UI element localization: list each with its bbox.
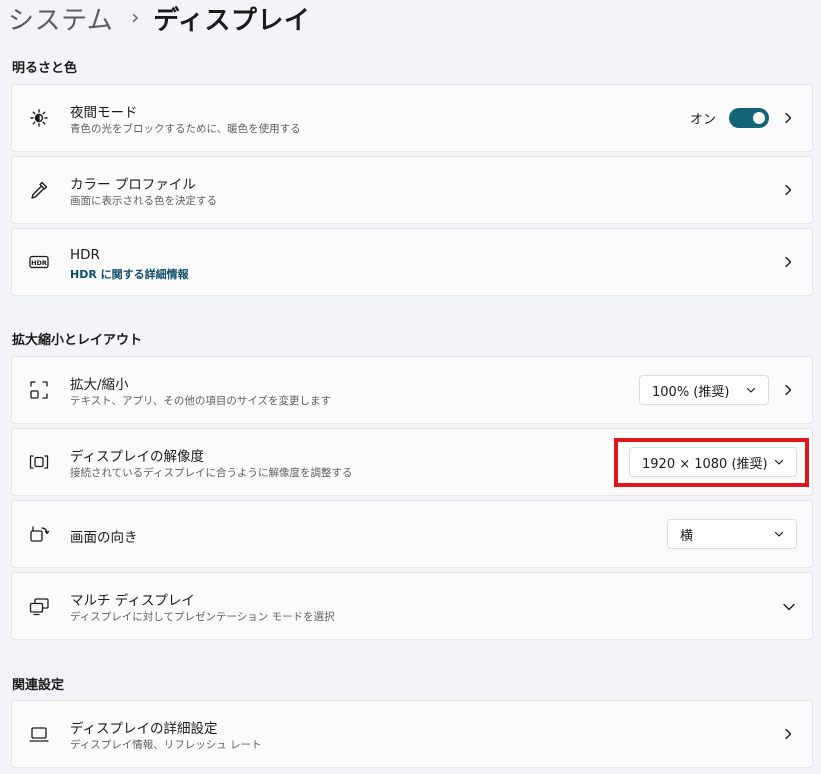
advanced-display-card[interactable]: ディスプレイの詳細設定 ディスプレイ情報、リフレッシュ レート [11,700,813,768]
hdr-icon: HDR [28,251,50,273]
chevron-right-icon[interactable] [782,728,794,740]
section-title-brightness: 明るさと色 [12,61,78,76]
hdr-info-link[interactable]: HDR に関する詳細情報 [70,266,189,282]
scale-card[interactable]: 拡大/縮小 テキスト、アプリ、その他の項目のサイズを変更します 100% (推奨… [11,356,813,424]
chevron-right-icon[interactable] [782,184,794,196]
sun-icon [28,107,50,129]
color-profile-desc: 画面に表示される色を決定する [70,195,217,207]
section-title-related: 関連設定 [12,678,65,693]
color-profile-card[interactable]: カラー プロファイル 画面に表示される色を決定する [11,156,813,224]
eyedropper-icon [28,179,50,201]
multi-display-card[interactable]: マルチ ディスプレイ ディスプレイに対してプレゼンテーション モードを選択 [11,572,813,640]
chevron-right-icon[interactable] [782,384,794,396]
breadcrumb: システム › ディスプレイ [8,0,310,36]
orientation-dropdown-value: 横 [680,528,694,544]
hdr-title: HDR [70,247,100,263]
night-light-title: 夜間モード [70,105,138,121]
scale-title: 拡大/縮小 [70,377,129,393]
toggle-knob [753,112,765,124]
resolution-desc: 接続されているディスプレイに合うように解像度を調整する [70,467,353,479]
resolution-dropdown[interactable]: 1920 × 1080 (推奨) [629,447,797,477]
multi-display-desc: ディスプレイに対してプレゼンテーション モードを選択 [70,611,335,623]
multi-display-title: マルチ ディスプレイ [70,593,195,609]
resolution-card[interactable]: ディスプレイの解像度 接続されているディスプレイに合うように解像度を調整する 1… [11,428,813,496]
monitor-icon [28,723,50,745]
page-title: ディスプレイ [153,5,311,36]
chevron-down-icon [774,457,784,467]
night-light-state-label: オン [689,112,716,128]
chevron-down-icon [774,529,784,539]
scale-dropdown[interactable]: 100% (推奨) [639,375,769,405]
resolution-icon [28,451,50,473]
scale-desc: テキスト、アプリ、その他の項目のサイズを変更します [70,395,332,407]
orientation-icon [28,523,50,545]
multi-display-icon [28,595,50,617]
hdr-card[interactable]: HDR HDR HDR に関する詳細情報 [11,228,813,296]
chevron-down-icon [746,385,756,395]
breadcrumb-system-link[interactable]: システム [8,0,113,37]
svg-text:HDR: HDR [31,259,47,267]
resolution-dropdown-value: 1920 × 1080 (推奨) [642,456,768,472]
night-light-toggle[interactable] [729,108,769,128]
scale-icon [28,379,50,401]
chevron-right-icon[interactable] [782,256,794,268]
resolution-title: ディスプレイの解像度 [70,449,205,465]
scale-dropdown-value: 100% (推奨) [652,384,730,400]
color-profile-title: カラー プロファイル [70,177,196,193]
chevron-right-icon[interactable] [782,112,794,124]
night-light-desc: 青色の光をブロックするために、暖色を使用する [70,123,301,135]
orientation-dropdown[interactable]: 横 [667,519,797,549]
advanced-display-desc: ディスプレイ情報、リフレッシュ レート [70,739,262,751]
night-light-card[interactable]: 夜間モード 青色の光をブロックするために、暖色を使用する オン [11,84,813,152]
orientation-title: 画面の向き [70,530,138,546]
orientation-card[interactable]: 画面の向き 横 [11,500,813,568]
section-title-scale-layout: 拡大縮小とレイアウト [12,333,143,348]
breadcrumb-separator-icon: › [131,5,140,29]
advanced-display-title: ディスプレイの詳細設定 [70,721,218,737]
chevron-down-icon[interactable] [782,599,796,613]
